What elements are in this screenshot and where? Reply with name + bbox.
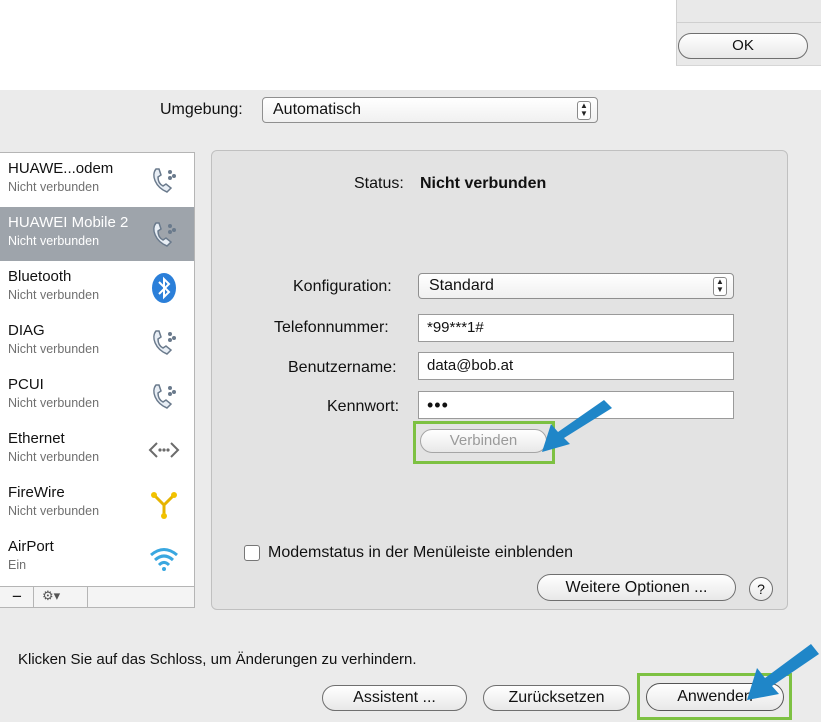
firewire-icon — [151, 492, 177, 519]
phone-icon — [153, 330, 176, 355]
location-select[interactable]: Automatisch ▲ ▼ — [262, 97, 598, 123]
remove-service-button[interactable]: − — [12, 587, 22, 607]
help-button[interactable]: ? — [749, 577, 773, 601]
phone-icon — [153, 168, 176, 193]
lock-hint-text: Klicken Sie auf das Schloss, um Änderung… — [18, 651, 417, 668]
service-status: Nicht verbunden — [8, 396, 100, 410]
arrow-pointer-icon — [747, 644, 819, 700]
configuration-select[interactable]: Standard ▲ ▼ — [418, 273, 734, 299]
revert-button[interactable]: Zurücksetzen — [483, 685, 630, 711]
service-name: DIAG — [8, 322, 45, 339]
service-name: Bluetooth — [8, 268, 72, 285]
more-options-button[interactable]: Weitere Optionen ... — [537, 574, 736, 601]
arrow-pointer-icon — [542, 400, 612, 452]
username-field[interactable]: data@bob.at — [418, 352, 734, 380]
modem-status-label: Modemstatus in der Menüleiste einblenden — [268, 544, 574, 561]
service-name: FireWire — [8, 484, 65, 501]
wifi-icon — [150, 548, 178, 571]
service-status: Nicht verbunden — [8, 288, 100, 302]
toolbar-divider — [87, 587, 88, 607]
service-item-pcui[interactable]: PCUI Nicht verbunden — [0, 369, 194, 423]
service-status: Ein — [8, 558, 27, 572]
service-item-bluetooth[interactable]: Bluetooth Nicht verbunden — [0, 261, 194, 315]
select-arrows-icon: ▲ ▼ — [577, 101, 591, 120]
ethernet-icon — [148, 442, 180, 458]
phone-icon — [153, 384, 176, 409]
service-item-ethernet[interactable]: Ethernet Nicht verbunden — [0, 423, 194, 477]
password-label: Kennwort: — [327, 398, 400, 415]
assistant-button[interactable]: Assistent ... — [322, 685, 467, 711]
service-name: PCUI — [8, 376, 44, 393]
configuration-label: Konfiguration: — [293, 278, 392, 295]
configuration-value: Standard — [429, 277, 494, 294]
sidebar-toolbar: − ⚙▾ — [0, 586, 195, 608]
service-status: Nicht verbunden — [8, 180, 100, 194]
service-name: HUAWEI Mobile 2 — [8, 214, 129, 231]
service-item-huawei-mobile-2[interactable]: HUAWEI Mobile 2 Nicht verbunden — [0, 207, 194, 261]
status-label: Status: — [354, 175, 404, 192]
service-name: AirPort — [8, 538, 54, 555]
dialog-divider — [676, 22, 821, 23]
service-status: Nicht verbunden — [8, 234, 100, 248]
username-label: Benutzername: — [288, 359, 397, 376]
service-name: Ethernet — [8, 430, 65, 447]
location-value: Automatisch — [273, 101, 362, 118]
service-name: HUAWE...odem — [8, 160, 114, 177]
connect-button[interactable]: Verbinden — [420, 429, 547, 453]
bluetooth-icon — [152, 273, 176, 303]
status-value: Nicht verbunden — [420, 175, 547, 192]
select-arrows-icon: ▲ ▼ — [713, 277, 727, 296]
phone-icon — [153, 222, 176, 247]
service-item-huawei-modem[interactable]: HUAWE...odem Nicht verbunden — [0, 153, 194, 207]
location-label: Umgebung: — [160, 101, 243, 118]
phone-number-field[interactable]: *99***1# — [418, 314, 734, 342]
service-list: HUAWE...odem Nicht verbunden HUAWEI Mobi… — [0, 152, 195, 608]
service-detail-panel — [211, 150, 788, 610]
modem-status-checkbox[interactable] — [244, 545, 260, 561]
ok-button[interactable]: OK — [678, 33, 808, 59]
service-item-firewire[interactable]: FireWire Nicht verbunden — [0, 477, 194, 531]
service-status: Nicht verbunden — [8, 504, 100, 518]
phone-number-label: Telefonnummer: — [274, 319, 389, 336]
service-status: Nicht verbunden — [8, 342, 100, 356]
service-status: Nicht verbunden — [8, 450, 100, 464]
service-item-diag[interactable]: DIAG Nicht verbunden — [0, 315, 194, 369]
gear-icon[interactable]: ⚙▾ — [42, 588, 60, 604]
toolbar-divider — [33, 587, 34, 607]
service-item-airport[interactable]: AirPort Ein — [0, 531, 194, 585]
